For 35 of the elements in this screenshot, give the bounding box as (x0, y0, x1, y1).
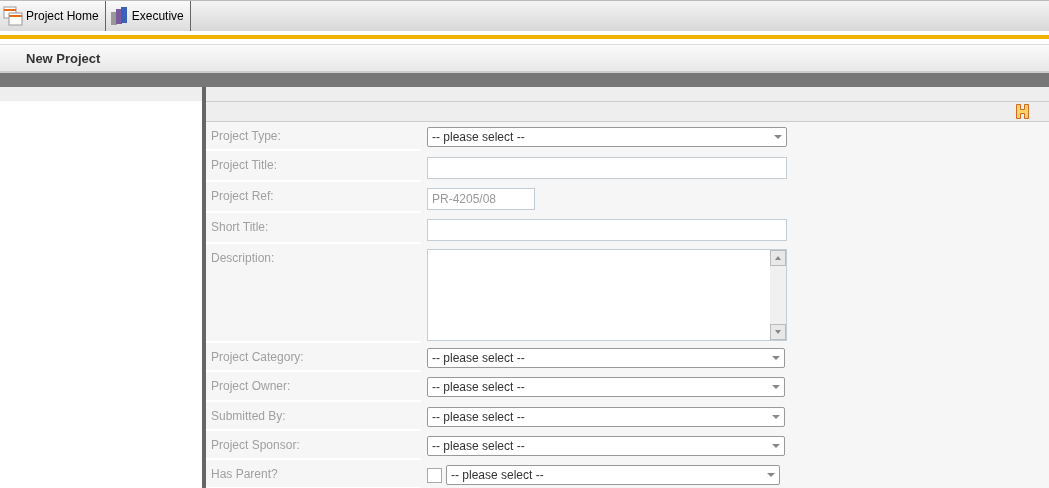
field-label: Project Type: (206, 122, 421, 152)
binders-icon (108, 6, 129, 26)
field-label: Submitted By: (206, 401, 421, 431)
select-field[interactable]: -- please select -- (427, 127, 787, 147)
input-field[interactable] (427, 219, 787, 242)
scroll-up-icon[interactable] (770, 250, 786, 267)
field-label: Project Sponsor: (206, 430, 421, 460)
field-label: Project Owner: (206, 372, 421, 402)
field-label: Has Parent? (206, 459, 421, 488)
caret-icon (774, 135, 782, 139)
field-label: Short Title: (206, 213, 421, 245)
windows-icon (3, 6, 23, 26)
field-label: Project Ref: (206, 182, 421, 214)
select-field[interactable]: -- please select -- (427, 377, 785, 398)
select-field[interactable]: -- please select -- (427, 406, 785, 427)
nav-tab[interactable]: Project Home (0, 1, 106, 31)
input-field[interactable] (427, 157, 787, 180)
nav-tab[interactable]: Executive (105, 1, 191, 31)
caret-icon (772, 414, 780, 419)
scroll-down-icon[interactable] (770, 324, 786, 341)
select-field[interactable]: -- please select -- (446, 464, 780, 485)
select-field[interactable]: -- please select -- (427, 348, 785, 369)
caret-icon (772, 385, 780, 390)
caret-icon (767, 472, 775, 477)
select-field[interactable]: -- please select -- (427, 435, 785, 456)
field-label: Project Category: (206, 343, 421, 373)
page-title: New Project (26, 50, 101, 66)
scrollbar[interactable] (770, 250, 786, 341)
checkbox[interactable] (427, 467, 442, 483)
field-label: Description: (206, 244, 421, 344)
h-letter-icon[interactable] (1016, 103, 1029, 119)
text-area[interactable] (427, 249, 787, 342)
field-label: Project Title: (206, 151, 421, 183)
caret-icon (772, 443, 780, 448)
caret-icon (772, 356, 780, 361)
